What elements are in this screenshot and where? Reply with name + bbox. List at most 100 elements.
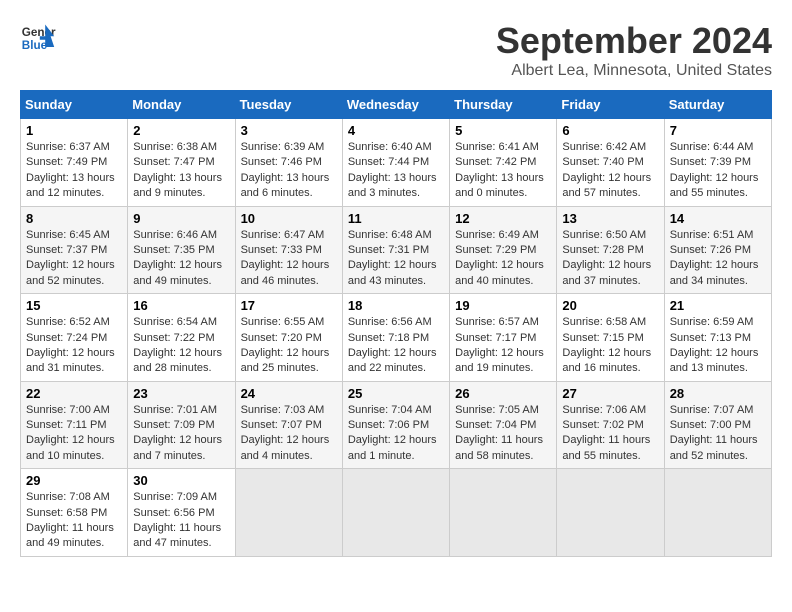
day-info: Sunrise: 6:37 AM Sunset: 7:49 PM Dayligh… — [26, 140, 122, 202]
logo-icon: General Blue — [20, 20, 56, 56]
calendar-cell: 20 Sunrise: 6:58 AM Sunset: 7:15 PM Dayli… — [557, 294, 664, 382]
calendar-cell: 29 Sunrise: 7:08 AM Sunset: 6:58 PM Dayli… — [21, 469, 128, 557]
day-number: 23 — [133, 386, 229, 401]
calendar-cell: 18 Sunrise: 6:56 AM Sunset: 7:18 PM Dayli… — [342, 294, 449, 382]
calendar-cell: 21Sunrise: 6:59 AM Sunset: 7:13 PM Dayli… — [664, 294, 771, 382]
calendar-header-row: SundayMondayTuesdayWednesdayThursdayFrid… — [21, 91, 772, 119]
calendar-header-sunday: Sunday — [21, 91, 128, 119]
day-info: Sunrise: 6:52 AM Sunset: 7:24 PM Dayligh… — [26, 315, 122, 377]
day-number: 26 — [455, 386, 551, 401]
day-info: Sunrise: 6:45 AM Sunset: 7:37 PM Dayligh… — [26, 228, 122, 290]
calendar-cell — [342, 469, 449, 557]
day-info: Sunrise: 7:09 AM Sunset: 6:56 PM Dayligh… — [133, 490, 229, 552]
calendar-body: 1 Sunrise: 6:37 AM Sunset: 7:49 PM Daylig… — [21, 119, 772, 557]
day-number: 18 — [348, 298, 444, 313]
day-info: Sunrise: 7:06 AM Sunset: 7:02 PM Dayligh… — [562, 403, 658, 465]
day-info: Sunrise: 6:41 AM Sunset: 7:42 PM Dayligh… — [455, 140, 551, 202]
calendar-cell — [664, 469, 771, 557]
calendar-cell: 3Sunrise: 6:39 AM Sunset: 7:46 PM Daylig… — [235, 119, 342, 207]
day-number: 22 — [26, 386, 122, 401]
day-number: 27 — [562, 386, 658, 401]
day-number: 17 — [241, 298, 337, 313]
calendar-cell: 11Sunrise: 6:48 AM Sunset: 7:31 PM Dayli… — [342, 206, 449, 294]
day-info: Sunrise: 7:04 AM Sunset: 7:06 PM Dayligh… — [348, 403, 444, 465]
day-number: 25 — [348, 386, 444, 401]
day-info: Sunrise: 6:44 AM Sunset: 7:39 PM Dayligh… — [670, 140, 766, 202]
calendar-cell: 7 Sunrise: 6:44 AM Sunset: 7:39 PM Daylig… — [664, 119, 771, 207]
calendar-cell: 9Sunrise: 6:46 AM Sunset: 7:35 PM Daylig… — [128, 206, 235, 294]
day-number: 24 — [241, 386, 337, 401]
day-info: Sunrise: 6:47 AM Sunset: 7:33 PM Dayligh… — [241, 228, 337, 290]
day-number: 1 — [26, 123, 122, 138]
calendar-cell — [557, 469, 664, 557]
calendar-cell: 10 Sunrise: 6:47 AM Sunset: 7:33 PM Dayli… — [235, 206, 342, 294]
day-number: 10 — [241, 211, 337, 226]
day-number: 20 — [562, 298, 658, 313]
day-info: Sunrise: 7:08 AM Sunset: 6:58 PM Dayligh… — [26, 490, 122, 552]
day-number: 16 — [133, 298, 229, 313]
day-number: 2 — [133, 123, 229, 138]
calendar-cell: 17 Sunrise: 6:55 AM Sunset: 7:20 PM Dayli… — [235, 294, 342, 382]
location: Albert Lea, Minnesota, United States — [496, 62, 772, 80]
calendar-cell: 30 Sunrise: 7:09 AM Sunset: 6:56 PM Dayli… — [128, 469, 235, 557]
svg-text:Blue: Blue — [22, 39, 48, 52]
day-info: Sunrise: 6:48 AM Sunset: 7:31 PM Dayligh… — [348, 228, 444, 290]
calendar-header-wednesday: Wednesday — [342, 91, 449, 119]
calendar-week-row: 29 Sunrise: 7:08 AM Sunset: 6:58 PM Dayli… — [21, 469, 772, 557]
calendar-cell: 26 Sunrise: 7:05 AM Sunset: 7:04 PM Dayli… — [450, 381, 557, 469]
day-info: Sunrise: 6:50 AM Sunset: 7:28 PM Dayligh… — [562, 228, 658, 290]
day-info: Sunrise: 6:40 AM Sunset: 7:44 PM Dayligh… — [348, 140, 444, 202]
page-header: General Blue September 2024 Albert Lea, … — [20, 20, 772, 80]
calendar-cell: 6Sunrise: 6:42 AM Sunset: 7:40 PM Daylig… — [557, 119, 664, 207]
day-number: 14 — [670, 211, 766, 226]
calendar-cell: 16Sunrise: 6:54 AM Sunset: 7:22 PM Dayli… — [128, 294, 235, 382]
day-info: Sunrise: 7:05 AM Sunset: 7:04 PM Dayligh… — [455, 403, 551, 465]
day-info: Sunrise: 7:03 AM Sunset: 7:07 PM Dayligh… — [241, 403, 337, 465]
day-number: 5 — [455, 123, 551, 138]
day-number: 13 — [562, 211, 658, 226]
calendar-cell — [450, 469, 557, 557]
calendar-cell: 23Sunrise: 7:01 AM Sunset: 7:09 PM Dayli… — [128, 381, 235, 469]
calendar-cell: 27 Sunrise: 7:06 AM Sunset: 7:02 PM Dayli… — [557, 381, 664, 469]
calendar-week-row: 22Sunrise: 7:00 AM Sunset: 7:11 PM Dayli… — [21, 381, 772, 469]
day-number: 7 — [670, 123, 766, 138]
day-number: 29 — [26, 473, 122, 488]
day-number: 15 — [26, 298, 122, 313]
calendar-week-row: 15 Sunrise: 6:52 AM Sunset: 7:24 PM Dayli… — [21, 294, 772, 382]
calendar-table: SundayMondayTuesdayWednesdayThursdayFrid… — [20, 90, 772, 557]
calendar-cell: 12 Sunrise: 6:49 AM Sunset: 7:29 PM Dayli… — [450, 206, 557, 294]
calendar-cell: 22Sunrise: 7:00 AM Sunset: 7:11 PM Dayli… — [21, 381, 128, 469]
calendar-cell: 2 Sunrise: 6:38 AM Sunset: 7:47 PM Daylig… — [128, 119, 235, 207]
logo: General Blue — [20, 20, 56, 56]
calendar-header-thursday: Thursday — [450, 91, 557, 119]
day-number: 12 — [455, 211, 551, 226]
calendar-header-tuesday: Tuesday — [235, 91, 342, 119]
day-info: Sunrise: 6:55 AM Sunset: 7:20 PM Dayligh… — [241, 315, 337, 377]
title-block: September 2024 Albert Lea, Minnesota, Un… — [496, 20, 772, 80]
day-info: Sunrise: 6:38 AM Sunset: 7:47 PM Dayligh… — [133, 140, 229, 202]
day-info: Sunrise: 6:59 AM Sunset: 7:13 PM Dayligh… — [670, 315, 766, 377]
calendar-cell: 28 Sunrise: 7:07 AM Sunset: 7:00 PM Dayli… — [664, 381, 771, 469]
day-number: 8 — [26, 211, 122, 226]
day-info: Sunrise: 6:49 AM Sunset: 7:29 PM Dayligh… — [455, 228, 551, 290]
day-number: 3 — [241, 123, 337, 138]
day-number: 4 — [348, 123, 444, 138]
calendar-cell: 1 Sunrise: 6:37 AM Sunset: 7:49 PM Daylig… — [21, 119, 128, 207]
calendar-cell: 15 Sunrise: 6:52 AM Sunset: 7:24 PM Dayli… — [21, 294, 128, 382]
day-number: 30 — [133, 473, 229, 488]
day-info: Sunrise: 7:07 AM Sunset: 7:00 PM Dayligh… — [670, 403, 766, 465]
calendar-cell: 25 Sunrise: 7:04 AM Sunset: 7:06 PM Dayli… — [342, 381, 449, 469]
calendar-week-row: 1 Sunrise: 6:37 AM Sunset: 7:49 PM Daylig… — [21, 119, 772, 207]
calendar-cell: 5 Sunrise: 6:41 AM Sunset: 7:42 PM Daylig… — [450, 119, 557, 207]
day-info: Sunrise: 6:46 AM Sunset: 7:35 PM Dayligh… — [133, 228, 229, 290]
calendar-cell: 13 Sunrise: 6:50 AM Sunset: 7:28 PM Dayli… — [557, 206, 664, 294]
day-info: Sunrise: 6:58 AM Sunset: 7:15 PM Dayligh… — [562, 315, 658, 377]
day-info: Sunrise: 6:56 AM Sunset: 7:18 PM Dayligh… — [348, 315, 444, 377]
day-info: Sunrise: 6:42 AM Sunset: 7:40 PM Dayligh… — [562, 140, 658, 202]
calendar-cell: 24 Sunrise: 7:03 AM Sunset: 7:07 PM Dayli… — [235, 381, 342, 469]
calendar-week-row: 8 Sunrise: 6:45 AM Sunset: 7:37 PM Daylig… — [21, 206, 772, 294]
day-info: Sunrise: 6:57 AM Sunset: 7:17 PM Dayligh… — [455, 315, 551, 377]
day-number: 28 — [670, 386, 766, 401]
calendar-header-saturday: Saturday — [664, 91, 771, 119]
calendar-cell: 4 Sunrise: 6:40 AM Sunset: 7:44 PM Daylig… — [342, 119, 449, 207]
